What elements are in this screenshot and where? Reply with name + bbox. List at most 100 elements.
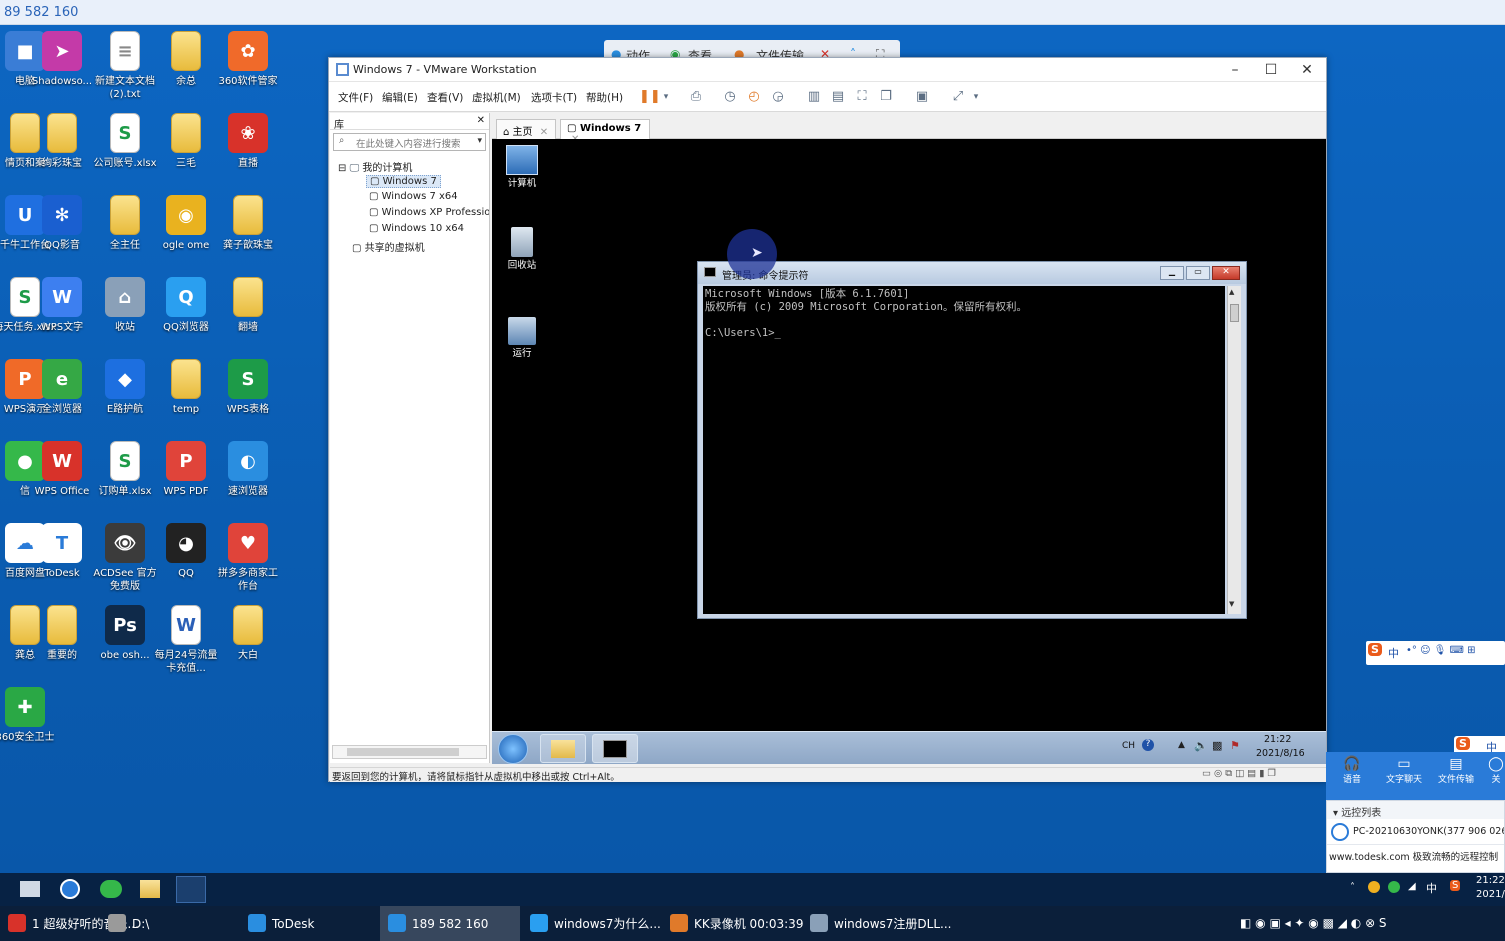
file-transfer-panel-button[interactable]: ▤ 文件传输 bbox=[1434, 756, 1478, 785]
desktop-icon[interactable]: ✿ 360软件管家 bbox=[215, 31, 281, 88]
taskbar-button[interactable]: windows7注册DLL... bbox=[802, 906, 951, 941]
desktop-icon[interactable]: e 全浏览器 bbox=[29, 359, 95, 416]
desktop-icon[interactable]: 龚子歆珠宝 bbox=[215, 195, 281, 252]
search-dropdown-icon[interactable]: ▾ bbox=[477, 136, 482, 146]
tray-icons[interactable]: ˄ bbox=[1350, 882, 1355, 893]
desktop-icon[interactable]: ◕ QQ bbox=[153, 523, 219, 580]
cmd-maximize-button[interactable]: ▭ bbox=[1186, 266, 1210, 280]
guest-clock-date[interactable]: 2021/8/16 bbox=[1256, 748, 1305, 759]
host-clock-date[interactable]: 2021/ bbox=[1476, 889, 1505, 900]
stretch-dropdown-icon[interactable]: ▾ bbox=[967, 89, 985, 105]
close-panel-button[interactable]: ◯ 关 bbox=[1486, 756, 1505, 785]
full-screen-icon[interactable]: ⛶ bbox=[853, 89, 871, 105]
desktop-icon[interactable]: ✻ QQ影音 bbox=[29, 195, 95, 252]
volume-icon[interactable]: 🔈 bbox=[1194, 739, 1208, 752]
desktop-icon[interactable]: ♥ 拼多多商家工作台 bbox=[215, 523, 281, 593]
desktop-icon[interactable]: 翻墙 bbox=[215, 277, 281, 334]
cmd-window[interactable]: 管理员: 命令提示符 ▁ ▭ ✕ Microsoft Windows [版本 6… bbox=[697, 261, 1247, 619]
text-chat-button[interactable]: ▭ 文字聊天 bbox=[1382, 756, 1426, 785]
taskbar-button[interactable]: 1 超级好听的音乐... bbox=[0, 906, 139, 941]
menu-edit[interactable]: 编辑(E) bbox=[382, 90, 418, 105]
desktop-icon[interactable]: W 每月24号流量卡充值... bbox=[153, 605, 219, 675]
snapshot-manager-icon[interactable]: ◶ bbox=[769, 89, 787, 105]
taskbar-button[interactable]: 189 582 160 bbox=[380, 906, 520, 941]
start-orb-icon[interactable] bbox=[498, 734, 528, 764]
network-icon[interactable]: ◢ bbox=[1408, 881, 1416, 892]
menu-vm[interactable]: 虚拟机(M) bbox=[472, 90, 521, 105]
pause-icon[interactable]: ❚❚ bbox=[639, 89, 661, 105]
desktop-icon[interactable]: Ps obe osh... bbox=[92, 605, 158, 662]
desktop-icon[interactable]: S 订购单.xlsx bbox=[92, 441, 158, 498]
snapshot-icon[interactable]: ◷ bbox=[721, 89, 739, 105]
desktop-icon[interactable]: W WPS Office bbox=[29, 441, 95, 498]
minimize-button[interactable]: – bbox=[1217, 58, 1253, 82]
ime-mode-label[interactable]: 中 bbox=[1388, 645, 1399, 661]
guest-run-shortcut[interactable]: 运行 bbox=[504, 317, 540, 359]
desktop-icon[interactable]: 大白 bbox=[215, 605, 281, 662]
cmd-close-button[interactable]: ✕ bbox=[1212, 266, 1240, 280]
cmd-taskbar-button[interactable] bbox=[592, 734, 638, 763]
show-library-icon[interactable]: ▥ bbox=[805, 89, 823, 105]
tray-icon[interactable] bbox=[1368, 881, 1380, 893]
remote-list-header[interactable]: ▾ 远控列表 bbox=[1327, 801, 1504, 819]
desktop-icon[interactable]: ◐ 速浏览器 bbox=[215, 441, 281, 498]
tab-home[interactable]: ⌂ 主页 ✕ bbox=[496, 119, 556, 139]
desktop-icon[interactable]: P WPS PDF bbox=[153, 441, 219, 498]
desktop-icon[interactable]: ⌂ 收站 bbox=[92, 277, 158, 334]
desktop-icon[interactable]: temp bbox=[153, 359, 219, 416]
menu-view[interactable]: 查看(V) bbox=[427, 90, 463, 105]
remote-device-item[interactable]: PC-20210630YONK(377 906 026 bbox=[1327, 819, 1504, 845]
send-ctrl-alt-del-icon[interactable]: ⎙ bbox=[687, 89, 705, 105]
revert-snapshot-icon[interactable]: ◴ bbox=[745, 89, 763, 105]
desktop-icon[interactable]: ✚ 360安全卫士 bbox=[0, 687, 58, 744]
sogou-ime-icon[interactable]: S bbox=[1368, 643, 1382, 656]
host-clock-time[interactable]: 21:22 bbox=[1476, 875, 1505, 886]
desktop-icon[interactable]: W WPS文字 bbox=[29, 277, 95, 334]
desktop-icon[interactable]: 全主任 bbox=[92, 195, 158, 252]
quicklaunch-icon[interactable] bbox=[60, 879, 80, 899]
taskbar-button[interactable]: windows7为什么... bbox=[522, 906, 661, 941]
voice-button[interactable]: 🎧 语音 bbox=[1332, 756, 1372, 785]
desktop-icon[interactable]: ◉ ogle ome bbox=[153, 195, 219, 252]
desktop-icon[interactable]: ➤ Shadowso... bbox=[29, 31, 95, 88]
desktop-icon[interactable]: ◆ E路护航 bbox=[92, 359, 158, 416]
desktop-icon[interactable]: 三毛 bbox=[153, 113, 219, 170]
unity-icon[interactable]: ❐ bbox=[877, 89, 895, 105]
tab-windows7[interactable]: ▢ Windows 7 ✕ bbox=[560, 119, 650, 145]
desktop-icon[interactable]: ❀ 直播 bbox=[215, 113, 281, 170]
help-icon[interactable]: ? bbox=[1142, 739, 1154, 751]
library-search-input[interactable]: ⌕ 在此处键入内容进行搜索 ▾ bbox=[333, 133, 486, 151]
explorer-taskbar-button[interactable] bbox=[540, 734, 586, 763]
desktop-icon[interactable]: S 公司账号.xlsx bbox=[92, 113, 158, 170]
guest-clock-time[interactable]: 21:22 bbox=[1264, 734, 1291, 745]
tray-icons[interactable]: ◧ ◉ ▣ ◂ ✦ ◉ ▩ ◢ ◐ ⊗ S bbox=[1240, 916, 1387, 930]
desktop-icon[interactable]: 绚彩珠宝 bbox=[29, 113, 95, 170]
console-view-icon[interactable]: ▣ bbox=[913, 89, 931, 105]
cmd-console[interactable]: Microsoft Windows [版本 6.1.7601] 版权所有 (c)… bbox=[703, 286, 1225, 614]
menu-file[interactable]: 文件(F) bbox=[338, 90, 373, 105]
quicklaunch-icon[interactable] bbox=[20, 881, 40, 897]
desktop-icon[interactable]: 余总 bbox=[153, 31, 219, 88]
close-button[interactable]: ✕ bbox=[1289, 58, 1325, 82]
tree-root[interactable]: ⊟ 🖵 我的计算机 bbox=[338, 159, 412, 174]
maximize-button[interactable]: ☐ bbox=[1253, 58, 1289, 82]
library-close-icon[interactable]: ✕ bbox=[477, 115, 485, 126]
desktop-icon[interactable]: Q QQ浏览器 bbox=[153, 277, 219, 334]
folder-icon[interactable] bbox=[140, 880, 160, 898]
show-thumbnail-icon[interactable]: ▤ bbox=[829, 89, 847, 105]
tray-icon[interactable] bbox=[1388, 881, 1400, 893]
guest-recycle-shortcut[interactable]: 回收站 bbox=[504, 227, 540, 271]
desktop-icon[interactable]: T ToDesk bbox=[29, 523, 95, 580]
cmd-minimize-button[interactable]: ▁ bbox=[1160, 266, 1184, 280]
desktop-icon[interactable]: ≡ 新建文本文档 (2).txt bbox=[92, 31, 158, 101]
guest-screen[interactable]: 计算机 回收站 运行 管理员: 命令提示符 ▁ ▭ ✕ Microsoft Wi… bbox=[492, 139, 1326, 764]
cmd-scrollbar[interactable]: ▲ ▼ bbox=[1227, 286, 1241, 614]
desktop-icon[interactable]: 重要的 bbox=[29, 605, 95, 662]
guest-computer-shortcut[interactable]: 计算机 bbox=[504, 145, 540, 189]
collapse-icon[interactable]: ⊟ bbox=[338, 163, 346, 174]
desktop-icon[interactable]: 👁 ACDSee 官方免费版 bbox=[92, 523, 158, 593]
tree-vm-windows7[interactable]: ▢ Windows 7 bbox=[366, 175, 441, 188]
menu-help[interactable]: 帮助(H) bbox=[586, 90, 623, 105]
stretch-guest-icon[interactable]: ⤢ bbox=[949, 89, 967, 105]
device-status-icons[interactable]: ▭ ◎ ⧉ ◫ ▤ ▮ ❐ bbox=[1202, 768, 1276, 779]
